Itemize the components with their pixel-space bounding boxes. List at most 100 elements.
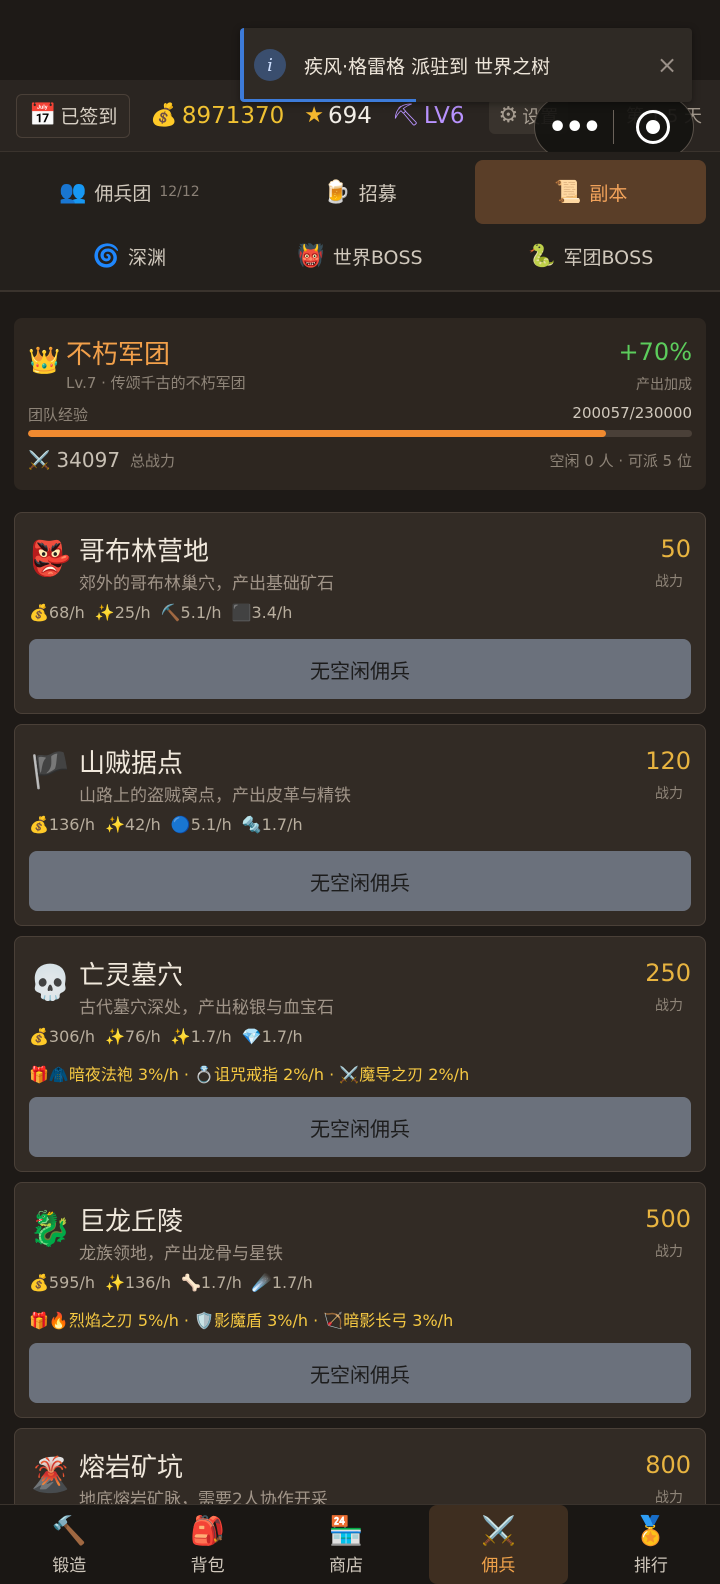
nav-label: 锻造 <box>52 1555 87 1576</box>
exp-label: 团队经验 <box>28 406 89 424</box>
tab-legion-boss[interactable]: 🐍 军团BOSS <box>475 224 706 288</box>
vortex-icon: 🌀 <box>92 243 121 269</box>
dungeon-name: 亡灵墓穴 <box>79 961 184 991</box>
gold-value: 8971370 <box>181 102 285 129</box>
backpack-icon: 🎒 <box>190 1513 226 1547</box>
power-label: 总战力 <box>130 451 176 470</box>
dungeon-card: 🐉 巨龙丘陵 龙族领地，产出龙骨与星铁 500 战力 💰595/h ✨136/h… <box>14 1182 706 1418</box>
nav-mercenary[interactable]: ⚔️ 佣兵 <box>429 1505 568 1584</box>
level-badge: ⛏ LV6 <box>392 103 465 129</box>
close-icon[interactable]: × <box>642 51 692 79</box>
people-icon: 👥 <box>58 179 87 205</box>
swords-icon: ⚔️ <box>480 1513 516 1547</box>
nav-shop[interactable]: 🏪 商店 <box>277 1505 415 1584</box>
ogre-icon: 👹 <box>297 243 325 269</box>
dungeon-card: 🏴 山贼据点 山路上的盗贼窝点，产出皮革与精铁 120 战力 💰136/h ✨4… <box>14 724 706 926</box>
star-value: 694 <box>328 102 372 129</box>
dungeon-desc: 山路上的盗贼窝点，产出皮革与精铁 <box>79 786 351 806</box>
rate-item: 💰306/h <box>29 1027 95 1046</box>
dungeon-power: 250 <box>645 959 691 987</box>
tab-label: 军团BOSS <box>563 246 654 269</box>
team-summary-card: 👑 不朽军团 Lv.7 · 传颂千古的不朽军团 +70% 产出加成 团队经验 2… <box>14 318 706 490</box>
rate-item: ⬛3.4/h <box>231 603 293 622</box>
dungeon-desc: 郊外的哥布林巢穴，产出基础矿石 <box>79 574 334 594</box>
dungeon-name: 哥布林营地 <box>79 537 210 567</box>
calendar-icon: 📅 <box>29 103 57 128</box>
tab-recruit[interactable]: 🍺 招募 <box>245 160 476 224</box>
dispatch-button[interactable]: 无空闲佣兵 <box>29 1097 691 1157</box>
dungeon-name: 山贼据点 <box>79 749 184 779</box>
rate-item: 🔩1.7/h <box>241 815 303 834</box>
rate-item: ✨25/h <box>94 603 151 622</box>
dungeon-desc: 龙族领地，产出龙骨与星铁 <box>79 1244 283 1264</box>
skull-icon: 💀 <box>29 963 72 1003</box>
close-miniprogram-button[interactable] <box>614 110 694 144</box>
dungeon-power: 120 <box>645 747 691 775</box>
nav-label: 排行 <box>633 1555 668 1576</box>
dungeon-rates: 💰68/h ✨25/h ⛏️5.1/h ⬛3.4/h <box>29 603 292 622</box>
tab-world-boss[interactable]: 👹 世界BOSS <box>245 224 476 288</box>
level-value: LV6 <box>423 102 465 129</box>
dungeon-rates: 💰306/h ✨76/h ✨1.7/h 💎1.7/h <box>29 1027 303 1046</box>
nav-label: 商店 <box>329 1555 364 1576</box>
dungeon-power-label: 战力 <box>655 574 683 590</box>
rate-item: ⛏️5.1/h <box>160 603 222 622</box>
nav-backpack[interactable]: 🎒 背包 <box>138 1505 276 1584</box>
dungeon-power: 800 <box>645 1451 691 1479</box>
dungeon-power-label: 战力 <box>655 1244 683 1260</box>
dispatch-button[interactable]: 无空闲佣兵 <box>29 851 691 911</box>
rate-item: 🔵5.1/h <box>170 815 232 834</box>
tab-label: 佣兵团 <box>94 182 152 205</box>
rate-item: ✨42/h <box>105 815 161 834</box>
tab-count: 12/12 <box>159 184 200 200</box>
category-tabs: 👥 佣兵团 12/12 🍺 招募 📜 副本 🌀 深渊 👹 世界BOSS 🐍 军团… <box>0 152 720 292</box>
nav-label: 佣兵 <box>481 1555 516 1576</box>
tab-dungeon[interactable]: 📜 副本 <box>475 160 707 224</box>
dungeon-rates: 💰595/h ✨136/h 🦴1.7/h ☄️1.7/h <box>29 1273 313 1292</box>
power-value: 34097 <box>56 448 121 472</box>
beer-icon: 🍺 <box>323 179 351 205</box>
rate-item: ✨136/h <box>105 1273 171 1292</box>
dungeon-power: 50 <box>660 535 691 563</box>
rate-item: ☄️1.7/h <box>251 1273 313 1292</box>
shop-icon: 🏪 <box>328 1513 364 1547</box>
crown-icon: 👑 <box>28 346 61 376</box>
star-counter: ★ 694 <box>304 103 372 129</box>
dungeon-card: 💀 亡灵墓穴 古代墓穴深处，产出秘银与血宝石 250 战力 💰306/h ✨76… <box>14 936 706 1172</box>
sign-in-button[interactable]: 📅 已签到 <box>16 93 131 138</box>
team-desc: Lv.7 · 传颂千古的不朽军团 <box>66 374 246 392</box>
nav-forge[interactable]: 🔨 锻造 <box>0 1505 138 1584</box>
dungeon-name: 巨龙丘陵 <box>79 1207 184 1237</box>
miniprogram-capsule: ••• <box>534 96 694 158</box>
dungeon-rates: 💰136/h ✨42/h 🔵5.1/h 🔩1.7/h <box>29 815 303 834</box>
hammer-icon: 🔨 <box>51 1513 87 1547</box>
exp-value: 200057/230000 <box>572 404 692 422</box>
tab-label: 招募 <box>358 182 397 205</box>
rate-item: 💎1.7/h <box>241 1027 303 1046</box>
toast-message: 疾风·格雷格 派驻到 世界之树 <box>304 55 551 78</box>
rate-item: ✨76/h <box>105 1027 161 1046</box>
nav-ranking[interactable]: 🏅 排行 <box>582 1505 720 1584</box>
more-menu-icon[interactable]: ••• <box>535 110 613 145</box>
medal-icon: 🏅 <box>633 1513 669 1547</box>
tab-label: 深渊 <box>128 246 167 269</box>
scroll-icon: 📜 <box>553 179 582 205</box>
target-icon <box>636 110 671 144</box>
team-name: 不朽军团 <box>66 340 171 370</box>
dungeon-drops: 🎁🔥烈焰之刃 5%/h · 🛡️影魔盾 3%/h · 🏹暗影长弓 3%/h <box>29 1311 454 1330</box>
nav-label: 背包 <box>190 1555 225 1576</box>
info-icon: i <box>254 49 286 81</box>
gear-icon: ⚙ <box>498 103 519 128</box>
volcano-icon: 🌋 <box>29 1455 72 1495</box>
output-bonus: +70% <box>618 338 692 366</box>
star-icon: ★ <box>304 103 324 128</box>
tab-mercenary-group[interactable]: 👥 佣兵团 12/12 <box>14 160 245 224</box>
dispatch-button[interactable]: 无空闲佣兵 <box>29 639 691 699</box>
dispatch-button[interactable]: 无空闲佣兵 <box>29 1343 691 1403</box>
tab-abyss[interactable]: 🌀 深渊 <box>14 224 245 288</box>
goblin-icon: 👺 <box>29 539 72 579</box>
notification-toast: i 疾风·格雷格 派驻到 世界之树 × <box>240 28 692 102</box>
dungeon-drops: 🎁🧥暗夜法袍 3%/h · 💍诅咒戒指 2%/h · ⚔️魔导之刃 2%/h <box>29 1065 470 1084</box>
dungeon-card: 👺 哥布林营地 郊外的哥布林巢穴，产出基础矿石 50 战力 💰68/h ✨25/… <box>14 512 706 714</box>
sign-in-label: 已签到 <box>60 106 118 128</box>
